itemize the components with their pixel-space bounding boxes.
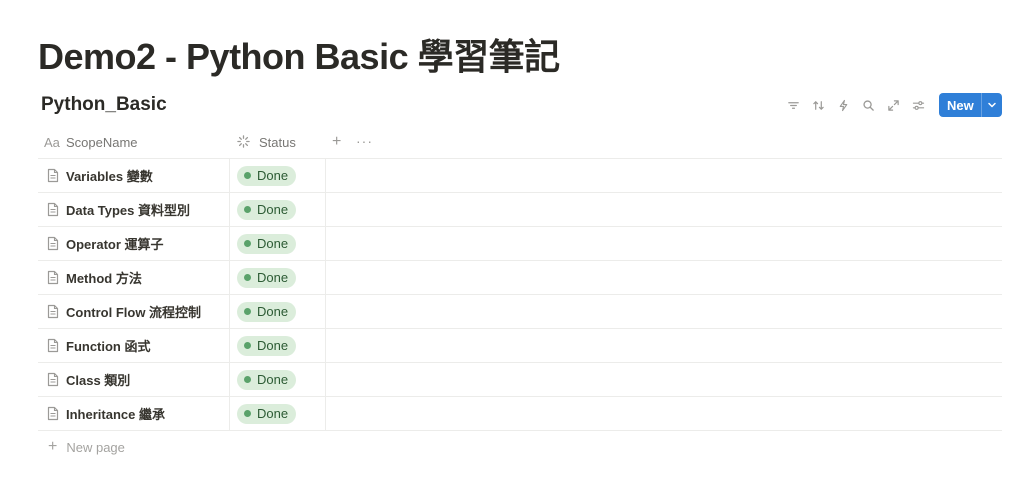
status-badge: Done bbox=[237, 369, 297, 390]
table-row[interactable]: Class 類別 Done bbox=[38, 363, 1002, 397]
status-label: Done bbox=[257, 372, 289, 387]
table-header-row: Aa ScopeName Status + ··· bbox=[38, 127, 1002, 159]
status-badge: Done bbox=[237, 335, 297, 356]
table-row[interactable]: Data Types 資料型別 Done bbox=[38, 193, 1002, 227]
search-icon[interactable] bbox=[856, 93, 881, 117]
filter-icon[interactable] bbox=[781, 93, 806, 117]
status-icon bbox=[237, 134, 259, 151]
row-name: Control Flow 流程控制 bbox=[66, 305, 202, 320]
status-label: Done bbox=[257, 338, 289, 353]
status-badge: Done bbox=[237, 199, 297, 220]
name-cell[interactable]: Operator 運算子 bbox=[38, 227, 230, 260]
status-dot bbox=[244, 342, 251, 349]
page-title: Demo2 - Python Basic 學習筆記 bbox=[38, 36, 560, 77]
status-dot bbox=[244, 376, 251, 383]
status-label: Done bbox=[257, 202, 289, 217]
status-cell[interactable]: Done bbox=[230, 397, 326, 430]
table-row[interactable]: Operator 運算子 Done bbox=[38, 227, 1002, 261]
status-dot bbox=[244, 410, 251, 417]
status-badge: Done bbox=[237, 403, 297, 424]
new-page-label: New page bbox=[66, 439, 125, 455]
database-header: Python_Basic New bbox=[38, 92, 1002, 122]
status-badge: Done bbox=[237, 301, 297, 322]
row-name: Variables 變數 bbox=[66, 169, 153, 184]
name-cell[interactable]: Data Types 資料型別 bbox=[38, 193, 230, 226]
status-label: Done bbox=[257, 168, 289, 183]
database-toolbar: New bbox=[781, 93, 1002, 117]
row-name: Operator 運算子 bbox=[66, 237, 164, 252]
name-cell[interactable]: Class 類別 bbox=[38, 363, 230, 396]
status-label: Done bbox=[257, 406, 289, 421]
page-icon bbox=[38, 236, 66, 251]
add-property-button[interactable]: + bbox=[332, 134, 341, 150]
name-cell[interactable]: Variables 變數 bbox=[38, 159, 230, 192]
sort-icon[interactable] bbox=[806, 93, 831, 117]
page-icon bbox=[38, 338, 66, 353]
status-cell[interactable]: Done bbox=[230, 227, 326, 260]
database-title[interactable]: Python_Basic bbox=[41, 94, 167, 116]
row-name: Inheritance 繼承 bbox=[66, 407, 165, 422]
page-icon bbox=[38, 270, 66, 285]
status-dot bbox=[244, 172, 251, 179]
name-cell[interactable]: Function 函式 bbox=[38, 329, 230, 362]
settings-sliders-icon[interactable] bbox=[906, 93, 931, 117]
new-page-button[interactable]: + New page bbox=[48, 439, 125, 455]
page-icon bbox=[38, 202, 66, 217]
row-name: Data Types 資料型別 bbox=[66, 203, 191, 218]
name-cell[interactable]: Method 方法 bbox=[38, 261, 230, 294]
column-label-scopename: ScopeName bbox=[66, 135, 138, 150]
status-cell[interactable]: Done bbox=[230, 159, 326, 192]
row-name: Class 類別 bbox=[66, 373, 131, 388]
status-cell[interactable]: Done bbox=[230, 329, 326, 362]
status-cell[interactable]: Done bbox=[230, 261, 326, 294]
lightning-icon[interactable] bbox=[831, 93, 856, 117]
page-icon bbox=[38, 406, 66, 421]
name-cell[interactable]: Inheritance 繼承 bbox=[38, 397, 230, 430]
status-label: Done bbox=[257, 236, 289, 251]
status-label: Done bbox=[257, 270, 289, 285]
text-aa-icon: Aa bbox=[44, 135, 60, 150]
status-badge: Done bbox=[237, 165, 297, 186]
column-header-scopename[interactable]: Aa ScopeName bbox=[38, 127, 230, 158]
page-icon bbox=[38, 304, 66, 319]
table-row[interactable]: Variables 變數 Done bbox=[38, 159, 1002, 193]
status-label: Done bbox=[257, 304, 289, 319]
new-button[interactable]: New bbox=[939, 93, 1002, 117]
status-cell[interactable]: Done bbox=[230, 363, 326, 396]
status-dot bbox=[244, 274, 251, 281]
column-label-status: Status bbox=[259, 135, 296, 150]
status-dot bbox=[244, 240, 251, 247]
status-badge: Done bbox=[237, 233, 297, 254]
database-table: Aa ScopeName Status + ··· Variables 變數 D… bbox=[38, 127, 1002, 431]
expand-icon[interactable] bbox=[881, 93, 906, 117]
status-cell[interactable]: Done bbox=[230, 193, 326, 226]
status-cell[interactable]: Done bbox=[230, 295, 326, 328]
plus-icon: + bbox=[48, 438, 58, 455]
page-icon bbox=[38, 372, 66, 387]
more-options-button[interactable]: ··· bbox=[356, 134, 373, 148]
name-cell[interactable]: Control Flow 流程控制 bbox=[38, 295, 230, 328]
table-row[interactable]: Function 函式 Done bbox=[38, 329, 1002, 363]
row-name: Function 函式 bbox=[66, 339, 151, 354]
status-dot bbox=[244, 308, 251, 315]
status-dot bbox=[244, 206, 251, 213]
table-row[interactable]: Inheritance 繼承 Done bbox=[38, 397, 1002, 431]
chevron-down-icon[interactable] bbox=[982, 100, 1002, 110]
row-name: Method 方法 bbox=[66, 271, 142, 286]
table-row[interactable]: Method 方法 Done bbox=[38, 261, 1002, 295]
status-badge: Done bbox=[237, 267, 297, 288]
page-icon bbox=[38, 168, 66, 183]
column-header-status[interactable]: Status bbox=[230, 127, 326, 158]
table-row[interactable]: Control Flow 流程控制 Done bbox=[38, 295, 1002, 329]
new-button-label: New bbox=[947, 97, 974, 113]
